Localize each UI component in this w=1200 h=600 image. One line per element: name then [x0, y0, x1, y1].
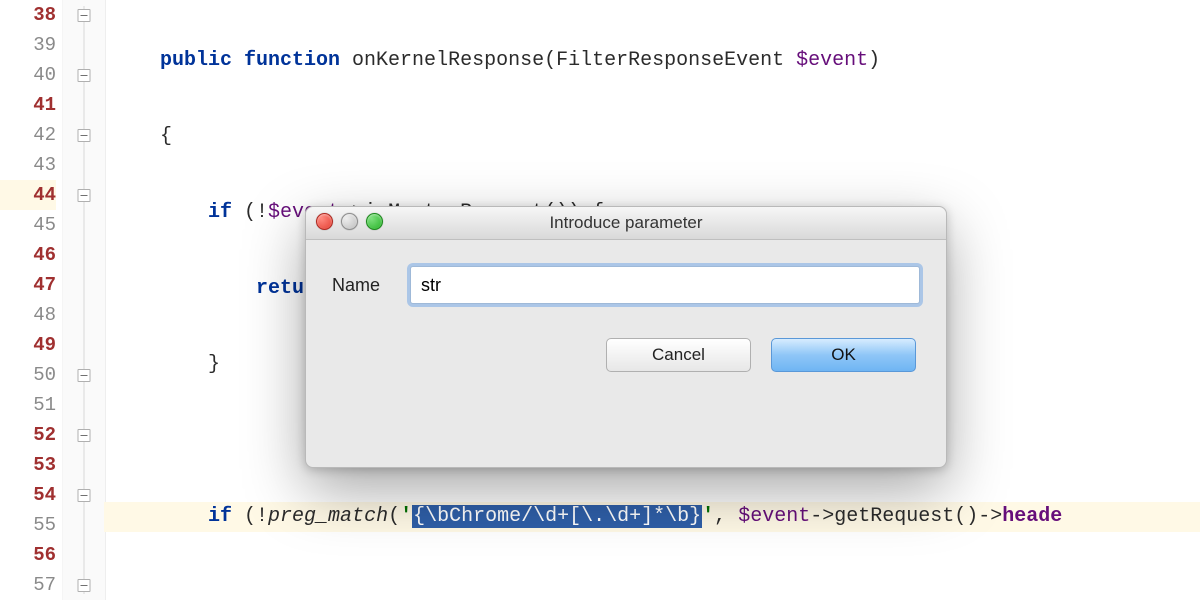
fold-mark-icon[interactable]	[78, 579, 91, 592]
introduce-parameter-dialog: Introduce parameter Name Cancel OK	[305, 206, 947, 468]
fold-gutter	[62, 0, 106, 600]
dialog-title: Introduce parameter	[549, 213, 702, 233]
line-number: 50	[0, 360, 56, 390]
line-number: 42	[0, 120, 56, 150]
line-number: 49	[0, 330, 56, 360]
line-number: 53	[0, 450, 56, 480]
line-number: 44	[0, 180, 56, 210]
close-icon[interactable]	[316, 213, 333, 230]
fold-mark-icon[interactable]	[78, 69, 91, 82]
fold-mark-icon[interactable]	[78, 189, 91, 202]
line-number: 39	[0, 30, 56, 60]
line-number: 46	[0, 240, 56, 270]
line-number: 51	[0, 390, 56, 420]
line-number: 56	[0, 540, 56, 570]
line-number: 48	[0, 300, 56, 330]
window-controls	[316, 213, 383, 230]
line-number: 47	[0, 270, 56, 300]
line-number: 45	[0, 210, 56, 240]
line-number: 55	[0, 510, 56, 540]
line-number: 40	[0, 60, 56, 90]
cancel-button[interactable]: Cancel	[606, 338, 751, 372]
code-line: public function onKernelResponse(FilterR…	[104, 46, 1200, 76]
ok-button[interactable]: OK	[771, 338, 916, 372]
line-number: 41	[0, 90, 56, 120]
fold-mark-icon[interactable]	[78, 129, 91, 142]
name-label: Name	[332, 275, 392, 296]
name-input[interactable]	[410, 266, 920, 304]
fold-mark-icon[interactable]	[78, 369, 91, 382]
line-number: 57	[0, 570, 56, 600]
code-selection: {\bChrome/\d+[\.\d+]*\b}	[412, 505, 702, 528]
line-number: 54	[0, 480, 56, 510]
line-number: 38	[0, 0, 56, 30]
zoom-icon[interactable]	[366, 213, 383, 230]
line-number: 52	[0, 420, 56, 450]
fold-mark-icon[interactable]	[78, 489, 91, 502]
fold-mark-icon[interactable]	[78, 9, 91, 22]
code-line-highlighted: if (!preg_match('{\bChrome/\d+[\.\d+]*\b…	[104, 502, 1200, 532]
minimize-icon[interactable]	[341, 213, 358, 230]
dialog-titlebar[interactable]: Introduce parameter	[306, 207, 946, 240]
line-number: 43	[0, 150, 56, 180]
code-editor: 38 39 40 41 42 43 44 45 46 47 48 49 50 5…	[0, 0, 1200, 600]
line-number-gutter: 38 39 40 41 42 43 44 45 46 47 48 49 50 5…	[0, 0, 62, 600]
fold-mark-icon[interactable]	[78, 429, 91, 442]
code-line	[104, 578, 1200, 600]
code-line: {	[104, 122, 1200, 152]
